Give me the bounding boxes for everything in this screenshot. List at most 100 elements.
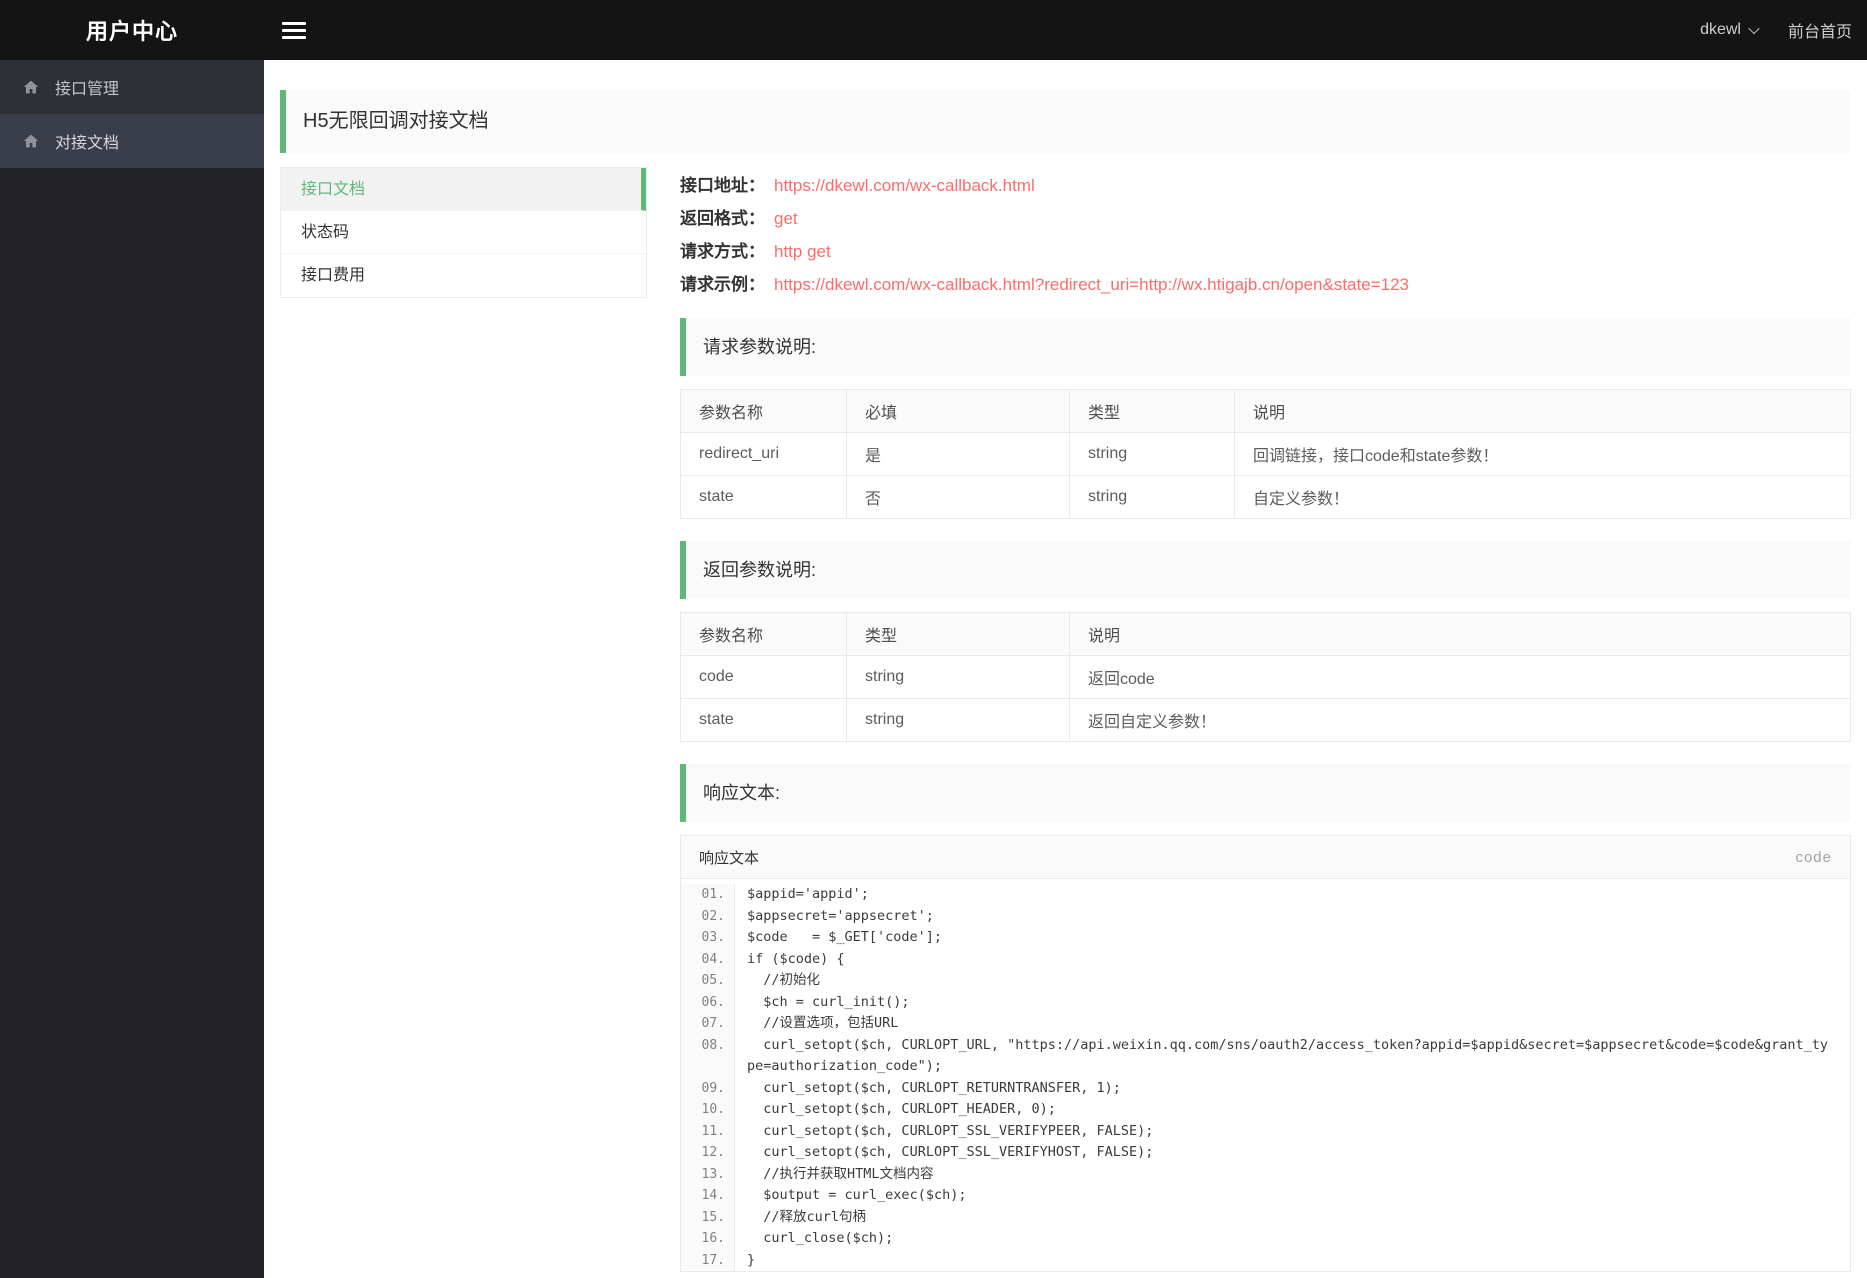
sidebar-item-label: 对接文档 <box>55 135 120 152</box>
section-title-request-params: 请求参数说明: <box>680 318 1851 376</box>
subnav-item-api-fees[interactable]: 接口费用 <box>281 254 646 297</box>
cell-type: string <box>846 698 1070 742</box>
sidebar-item-api-management[interactable]: 接口管理 <box>0 60 264 114</box>
chevron-down-icon <box>1748 22 1760 35</box>
code-line: 04. if ($code) { <box>681 948 1850 970</box>
api-info-value: http get <box>774 242 831 261</box>
api-info-row: 返回格式： get <box>680 202 1851 235</box>
code-line: 10. curl_setopt($ch, CURLOPT_HEADER, 0); <box>681 1099 1850 1121</box>
cell-type: string <box>846 655 1070 699</box>
api-url-link[interactable]: https://dkewl.com/wx-callback.html <box>774 176 1035 195</box>
code-text: curl_setopt($ch, CURLOPT_SSL_VERIFYHOST,… <box>747 1144 1154 1160</box>
response-params-table: 参数名称 类型 说明 code string 返回code state stri… <box>680 612 1851 742</box>
line-number: 02. <box>681 905 735 927</box>
code-text: curl_setopt($ch, CURLOPT_SSL_VERIFYPEER,… <box>747 1122 1154 1139</box>
hamburger-bar <box>282 28 306 32</box>
page-title: H5无限回调对接文档 <box>280 90 1851 153</box>
table-row: redirect_uri 是 string 回调链接，接口code和state参… <box>680 432 1851 476</box>
section-title-response-params: 返回参数说明: <box>680 541 1851 599</box>
hamburger-bar <box>282 21 306 25</box>
cell-type: string <box>1069 475 1235 519</box>
api-info-row: 接口地址： https://dkewl.com/wx-callback.html <box>680 169 1851 202</box>
code-line: 09. curl_setopt($ch, CURLOPT_RETURNTRANS… <box>681 1077 1850 1099</box>
api-example-link[interactable]: https://dkewl.com/wx-callback.html?redir… <box>774 275 1409 294</box>
content-columns: 接口文档 状态码 接口费用 接口地址： https://dkewl.com/wx-… <box>280 167 1851 1272</box>
subnav-item-status-codes[interactable]: 状态码 <box>281 211 646 254</box>
sidebar-item-docs[interactable]: 对接文档 <box>0 114 264 168</box>
column-header: 参数名称 <box>680 389 847 433</box>
line-number: 13. <box>681 1163 735 1185</box>
code-line: 05. //初始化 <box>681 970 1850 992</box>
line-number: 09. <box>681 1077 735 1099</box>
code-block: 01. $appid='appid'; 02. $appsecret='appsecr… <box>681 879 1850 1271</box>
column-header: 必填 <box>846 389 1070 433</box>
code-text: //执行并获取HTML文档内容 <box>747 1165 934 1182</box>
code-text: //设置选项，包括URL <box>747 1015 899 1031</box>
api-info-value: get <box>774 209 798 228</box>
cell-description: 自定义参数！ <box>1234 475 1851 519</box>
api-info-label: 请求示例： <box>680 275 765 294</box>
header-right: dkewl 前台首页 <box>1700 18 1852 42</box>
cell-description: 回调链接，接口code和state参数！ <box>1234 432 1851 476</box>
code-text: $code = $_GET['code']; <box>747 929 943 945</box>
line-number: 07. <box>681 1013 735 1035</box>
cell-param-name: state <box>680 698 847 742</box>
cell-param-name: redirect_uri <box>680 432 847 476</box>
code-line: 07. //设置选项，包括URL <box>681 1013 1850 1035</box>
line-number: 05. <box>681 970 735 992</box>
cell-description: 返回code <box>1069 655 1851 699</box>
user-dropdown[interactable]: dkewl <box>1700 21 1760 39</box>
line-number: 04. <box>681 948 735 970</box>
code-text: $appid='appid'; <box>747 886 869 902</box>
code-text: curl_setopt($ch, CURLOPT_URL, "https://a… <box>747 1036 1828 1075</box>
code-text: $output = curl_exec($ch); <box>747 1187 967 1203</box>
code-text: if ($code) { <box>747 950 845 967</box>
front-home-link[interactable]: 前台首页 <box>1788 18 1852 42</box>
line-number: 16. <box>681 1228 735 1250</box>
table-header-row: 参数名称 必填 类型 说明 <box>680 389 1851 433</box>
username: dkewl <box>1700 21 1741 38</box>
table-row: state string 返回自定义参数！ <box>680 698 1851 742</box>
table-header-row: 参数名称 类型 说明 <box>680 612 1851 656</box>
hamburger-icon[interactable] <box>282 21 306 39</box>
api-info-label: 请求方式： <box>680 242 765 261</box>
doc-subnav: 接口文档 状态码 接口费用 <box>280 167 647 298</box>
code-panel-title: 响应文本 <box>699 849 760 867</box>
code-text: //初始化 <box>747 972 821 988</box>
cell-required: 否 <box>846 475 1070 519</box>
code-line: 17.} <box>681 1249 1850 1271</box>
section-title-response-text: 响应文本: <box>680 764 1851 822</box>
code-line: 06. $ch = curl_init(); <box>681 991 1850 1013</box>
code-line: 16. curl_close($ch); <box>681 1228 1850 1250</box>
cell-type: string <box>1069 432 1235 476</box>
sidebar: 接口管理 对接文档 <box>0 60 264 1278</box>
api-info-row: 请求方式： http get <box>680 235 1851 268</box>
line-number: 01. <box>681 884 735 906</box>
code-text: } <box>747 1251 756 1268</box>
table-row: code string 返回code <box>680 655 1851 699</box>
line-number: 08. <box>681 1034 735 1078</box>
code-line: 13. //执行并获取HTML文档内容 <box>681 1163 1850 1185</box>
api-info-label: 接口地址： <box>680 176 765 195</box>
line-number: 03. <box>681 927 735 949</box>
request-params-table: 参数名称 必填 类型 说明 redirect_uri 是 string 回调链接… <box>680 389 1851 519</box>
line-number: 12. <box>681 1142 735 1164</box>
home-icon <box>23 134 39 148</box>
app-title: 用户中心 <box>85 19 178 44</box>
cell-param-name: code <box>680 655 847 699</box>
code-text: $ch = curl_init(); <box>747 993 910 1010</box>
api-info: 接口地址： https://dkewl.com/wx-callback.html … <box>680 167 1851 301</box>
api-info-label: 返回格式： <box>680 209 765 228</box>
cell-description: 返回自定义参数！ <box>1069 698 1851 742</box>
code-text: curl_setopt($ch, CURLOPT_HEADER, 0); <box>747 1101 1056 1117</box>
code-line: 01. $appid='appid'; <box>681 884 1850 906</box>
line-number: 15. <box>681 1206 735 1228</box>
column-header: 类型 <box>1069 389 1235 433</box>
cell-param-name: state <box>680 475 847 519</box>
sidebar-item-label: 接口管理 <box>55 81 120 98</box>
column-header: 类型 <box>846 612 1070 656</box>
home-icon <box>23 80 39 94</box>
main-content: H5无限回调对接文档 接口文档 状态码 接口费用 接口地址： https://dk… <box>264 0 1867 1272</box>
subnav-item-api-doc[interactable]: 接口文档 <box>281 168 646 211</box>
table-row: state 否 string 自定义参数！ <box>680 475 1851 519</box>
